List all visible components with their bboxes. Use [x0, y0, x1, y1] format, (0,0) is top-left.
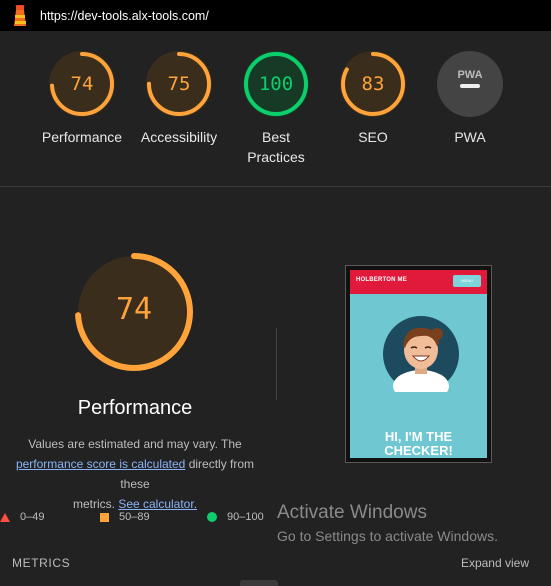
legend-fail-range: 0–49 — [20, 511, 45, 523]
gauge-ring: 75 — [146, 51, 212, 117]
vertical-separator — [276, 328, 277, 400]
gauge-best-practices[interactable]: 100 Best Practices — [226, 51, 326, 167]
gauge-ring: PWA — [437, 51, 503, 117]
gauge-score: 74 — [70, 73, 94, 95]
gauge-score: 83 — [361, 73, 385, 95]
circle-icon — [207, 512, 217, 522]
divider — [0, 186, 551, 187]
site-header: HOLBERTON ME MENU — [350, 270, 487, 294]
score-calculated-link[interactable]: performance score is calculated — [16, 457, 185, 471]
site-brand: HOLBERTON ME — [356, 277, 407, 283]
page-url[interactable]: https://dev-tools.alx-tools.com/ — [40, 9, 209, 23]
site-menu-button: MENU — [453, 275, 481, 287]
gauge-pwa[interactable]: PWA PWA — [420, 51, 520, 147]
headline-line-1: HI, I'M THE — [384, 429, 453, 444]
category-gauges: 74 Performance 75 Accessibility 100 Best Prac… — [0, 31, 551, 186]
see-calculator-link[interactable]: See calculator. — [118, 497, 197, 511]
gauge-label: Accessibility — [140, 129, 218, 145]
gauge-label: Performance — [41, 129, 123, 145]
desc-text-3: metrics. — [72, 497, 119, 511]
gauge-ring: 74 — [49, 51, 115, 117]
expand-view-toggle[interactable]: Expand view — [461, 556, 529, 570]
gauge-label: Best Practices — [247, 129, 305, 165]
performance-gauge-large: 74 — [74, 252, 194, 372]
gauge-score: 100 — [258, 73, 294, 95]
legend-pass-range: 90–100 — [227, 511, 264, 523]
gauge-score — [437, 51, 503, 117]
square-icon — [100, 512, 109, 522]
gauge-label: PWA — [454, 129, 486, 145]
lighthouse-icon — [14, 4, 26, 26]
performance-description: Values are estimated and may vary. The p… — [0, 434, 270, 514]
gauge-score: 75 — [167, 73, 191, 95]
desc-text-1: Values are estimated and may vary. The — [28, 437, 242, 451]
legend-average: 50–89 — [100, 511, 150, 523]
gauge-seo[interactable]: 83 SEO — [323, 51, 423, 147]
watermark-subtitle: Go to Settings to activate Windows. — [277, 528, 498, 544]
watermark-title: Activate Windows — [277, 502, 427, 523]
avatar-illustration — [383, 316, 459, 392]
final-screenshot[interactable]: HOLBERTON ME MENU HI, I'M THE CHECKER! — [345, 265, 492, 463]
gauge-accessibility[interactable]: 75 Accessibility — [129, 51, 229, 147]
legend-average-range: 50–89 — [119, 511, 150, 523]
legend-fail: 0–49 — [0, 511, 44, 523]
headline-line-2: CHECKER! — [384, 443, 453, 458]
site-headline: HI, I'M THE CHECKER! — [350, 430, 487, 458]
scroll-indicator — [240, 580, 278, 586]
windows-activation-watermark: Activate Windows Go to Settings to activ… — [277, 502, 498, 546]
gauge-ring: 100 — [243, 51, 309, 117]
gauge-label: SEO — [358, 129, 388, 145]
triangle-icon — [0, 512, 10, 522]
metrics-heading: METRICS — [12, 556, 71, 570]
performance-score: 74 — [115, 292, 153, 327]
address-bar: https://dev-tools.alx-tools.com/ — [0, 0, 551, 31]
gauge-performance[interactable]: 74 Performance — [32, 51, 132, 147]
legend-pass: 90–100 — [207, 511, 264, 523]
gauge-ring: 83 — [340, 51, 406, 117]
performance-title: Performance — [77, 397, 193, 419]
